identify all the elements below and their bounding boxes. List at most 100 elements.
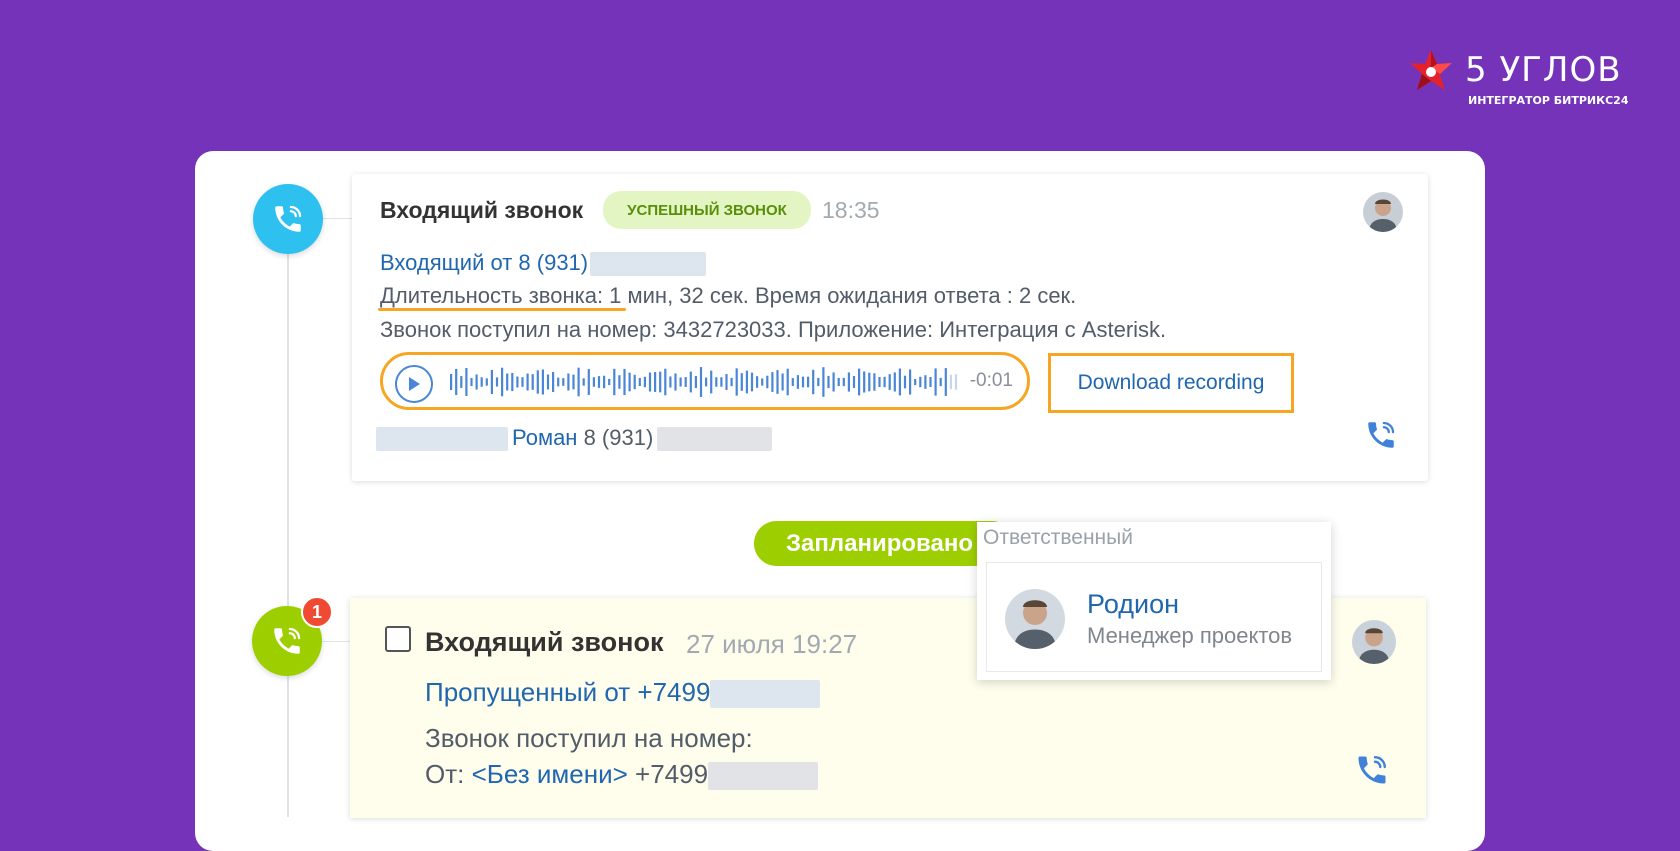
waveform-bar — [705, 377, 708, 387]
waveform-bar — [852, 376, 856, 388]
waveform-bar — [480, 377, 483, 387]
play-button[interactable] — [395, 365, 433, 403]
waveform-bar — [541, 369, 544, 395]
contact-name-link[interactable]: Роман — [512, 425, 577, 450]
brand-title: 5 УГЛОВ — [1465, 50, 1622, 90]
avatar[interactable] — [1005, 589, 1065, 649]
avatar-icon — [1363, 192, 1403, 232]
waveform-bar — [786, 368, 789, 396]
waveform-bar — [954, 374, 958, 390]
waveform-bar — [837, 377, 840, 387]
phone-icon — [1358, 756, 1386, 784]
waveform-bar — [812, 369, 815, 395]
waveform-bar — [689, 371, 692, 393]
waveform-bar — [750, 372, 754, 392]
duration-value: 1 мин, 32 сек. Время ожидания ответа : 2… — [603, 283, 1077, 308]
waveform-bar — [710, 370, 713, 394]
waveform-bar — [842, 377, 845, 387]
download-recording-button[interactable]: Download recording — [1048, 353, 1294, 413]
waveform[interactable] — [450, 364, 960, 400]
waveform-bar — [715, 377, 718, 387]
avatar[interactable] — [1352, 620, 1396, 664]
waveform-bar — [720, 377, 723, 387]
waveform-bar — [674, 373, 677, 391]
waveform-bar — [929, 376, 932, 388]
from-label: От: — [425, 759, 472, 789]
waveform-bar — [643, 376, 646, 388]
responsible-name[interactable]: Родион — [1087, 589, 1179, 620]
waveform-bar — [664, 368, 667, 396]
waveform-bar — [587, 369, 590, 395]
waveform-bar — [648, 372, 652, 392]
responsible-person[interactable]: Родион Менеджер проектов — [986, 562, 1322, 672]
waveform-bar — [582, 378, 585, 386]
call-title: Входящий звонок — [380, 197, 584, 223]
waveform-bar — [934, 368, 937, 396]
waveform-bar — [883, 376, 886, 388]
phone-blur — [710, 680, 821, 709]
waveform-bar — [592, 377, 595, 387]
received-line: Звонок поступил на номер: 3432723033. Пр… — [380, 317, 1167, 342]
phone-icon — [275, 205, 302, 232]
call-phone-icon — [253, 184, 323, 254]
popup-label: Ответственный — [983, 526, 1133, 549]
scheduled-pill[interactable]: Запланировано — [754, 521, 1014, 566]
waveform-bar — [623, 368, 626, 396]
waveform-bar — [827, 375, 830, 389]
waveform-bar — [475, 374, 478, 390]
from-phone: +7499 — [627, 759, 709, 789]
waveform-bar — [801, 376, 805, 388]
waveform-bar — [725, 374, 728, 390]
waveform-bar — [465, 367, 468, 397]
waveform-bar — [557, 377, 560, 387]
missed-from-link[interactable]: Пропущенный от +7499 — [425, 677, 710, 707]
waveform-bar — [654, 372, 657, 392]
waveform-bar — [511, 372, 514, 392]
waveform-bar — [521, 377, 524, 387]
waveform-bar — [766, 375, 769, 389]
waveform-bar — [501, 367, 504, 397]
waveform-bar — [628, 372, 631, 392]
avatar[interactable] — [1363, 192, 1403, 232]
waveform-bar — [730, 377, 733, 387]
contact-line: Роман 8 (931) — [376, 425, 773, 452]
avatar-icon — [1005, 589, 1065, 649]
waveform-bar — [776, 370, 779, 394]
call-time: 18:35 — [822, 197, 880, 223]
incoming-from-link[interactable]: Входящий от 8 (931) — [380, 250, 588, 275]
waveform-bar — [893, 372, 896, 392]
phone-icon — [274, 627, 301, 654]
waveform-bar — [740, 373, 743, 391]
waveform-bar — [470, 377, 473, 387]
waveform-bar — [832, 372, 835, 392]
waveform-bar — [638, 377, 641, 387]
task-checkbox[interactable] — [385, 626, 411, 652]
waveform-bar — [633, 374, 636, 390]
call-back-button[interactable] — [1364, 418, 1398, 457]
waveform-bar — [878, 376, 881, 388]
waveform-bar — [822, 367, 825, 397]
avatar-icon — [1352, 620, 1396, 664]
responsible-role: Менеджер проектов — [1087, 623, 1293, 648]
from-name-link[interactable]: <Без имени> — [472, 759, 628, 789]
waveform-bar — [761, 378, 764, 386]
audio-player[interactable]: -0:01 — [380, 352, 1030, 410]
waveform-bar — [516, 376, 519, 388]
waveform-bar — [807, 376, 810, 388]
waveform-bar — [735, 368, 738, 396]
waveform-bar — [684, 377, 687, 387]
received-line: Звонок поступил на номер: — [425, 723, 753, 753]
waveform-bar — [694, 376, 697, 388]
player-remaining-time: -0:01 — [969, 370, 1013, 391]
waveform-bar — [919, 376, 922, 388]
waveform-bar — [939, 377, 942, 387]
star-logo-icon — [1410, 50, 1452, 90]
waveform-bar — [608, 378, 611, 386]
waveform-bar — [567, 373, 570, 391]
waveform-bar — [863, 371, 866, 393]
status-badge: УСПЕШНЫЙ ЗВОНОК — [603, 191, 811, 229]
phone-blur — [708, 762, 819, 791]
call-back-button[interactable] — [1354, 752, 1390, 793]
waveform-bar — [847, 372, 850, 392]
waveform-bar — [669, 376, 672, 388]
